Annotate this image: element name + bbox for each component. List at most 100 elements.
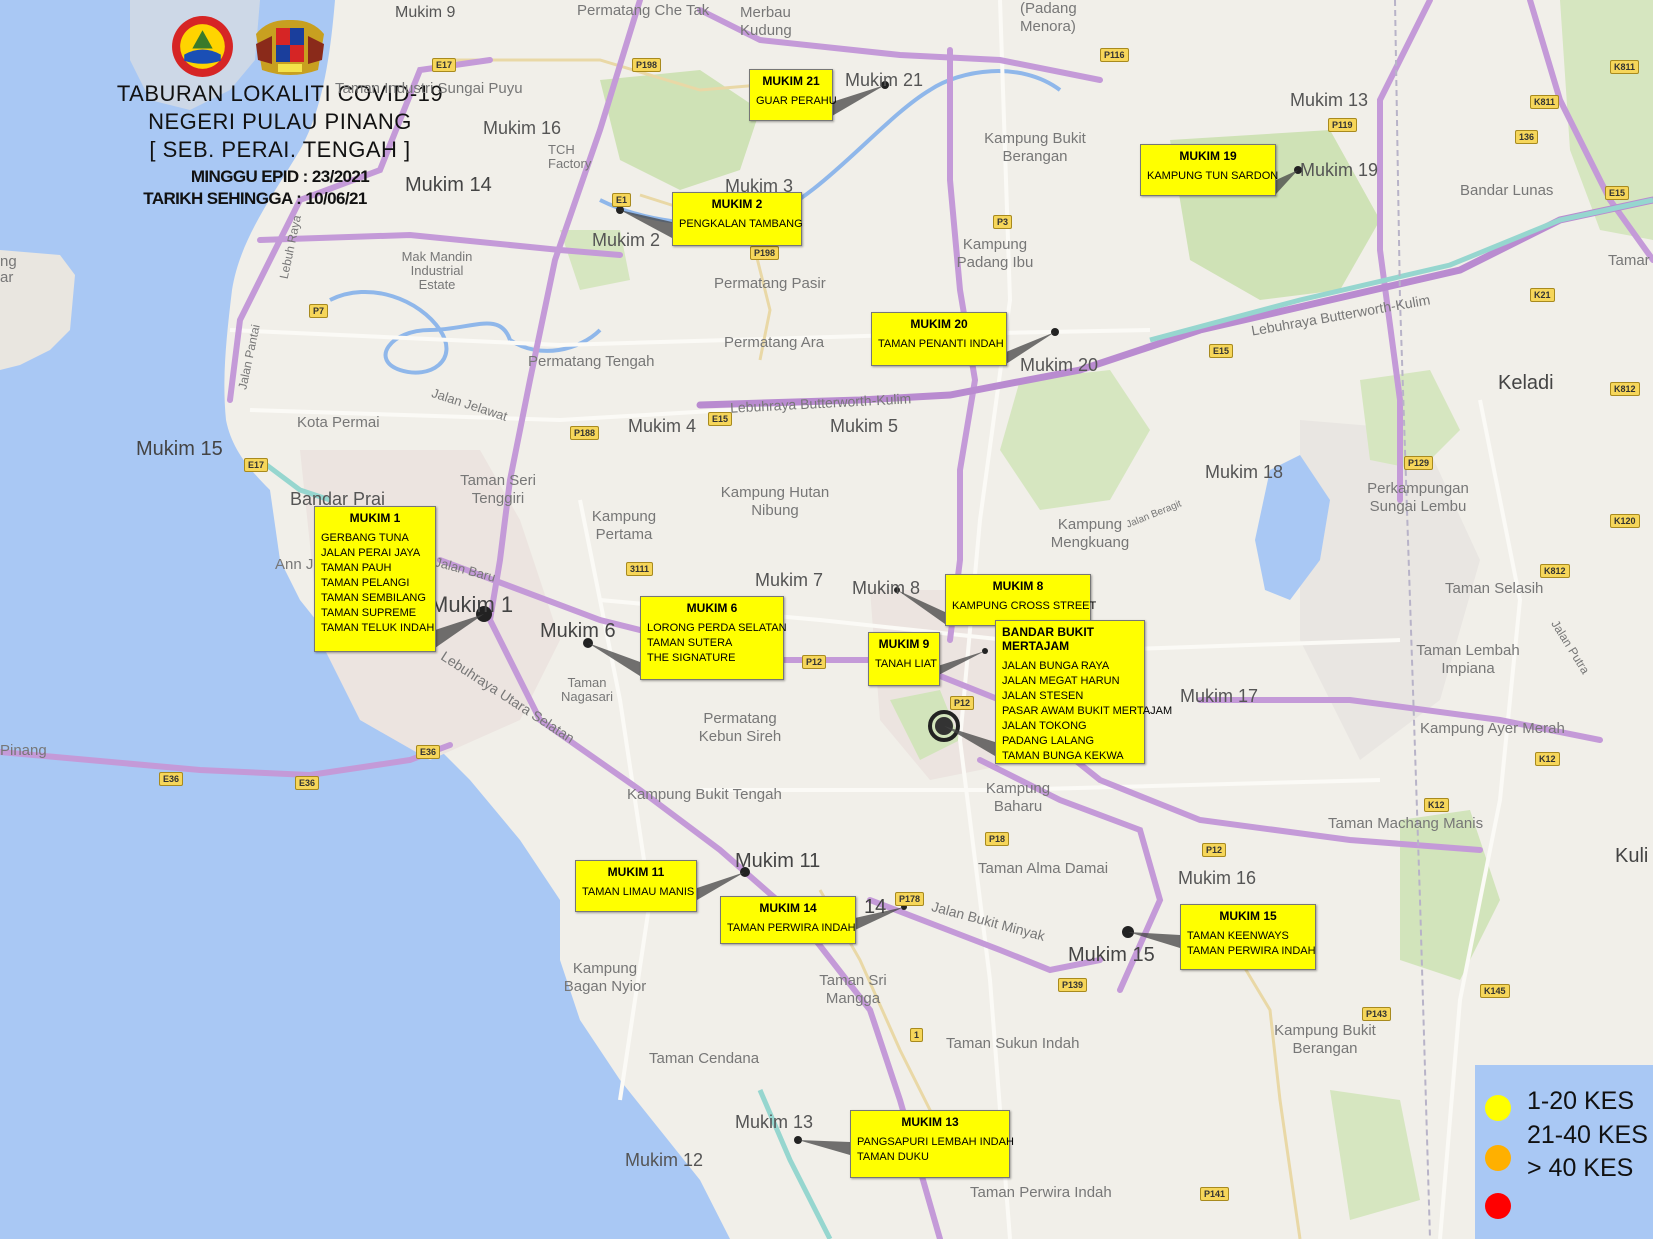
place-label: Kampung Pertama	[591, 508, 657, 543]
callout-mukim-11[interactable]: MUKIM 11 TAMAN LIMAU MANIS	[575, 860, 697, 912]
legend-swatch-orange	[1485, 1145, 1511, 1171]
place-label: Mukim 9	[395, 4, 456, 21]
as-of-date: TARIKH SEHINGGA : 10/06/21	[143, 189, 367, 208]
callout-mukim-2[interactable]: MUKIM 2 PENGKALAN TAMBANG	[672, 192, 803, 246]
place-label: Keladi	[1498, 372, 1554, 394]
road-shield: P129	[1404, 456, 1434, 470]
place-label: Kampung Bukit Berangan	[984, 130, 1086, 165]
place-label: Taman Machang Manis	[1328, 815, 1484, 832]
callout-mukim-19[interactable]: MUKIM 19 KAMPUNG TUN SARDON	[1140, 144, 1278, 196]
place-label: Mukim 8	[852, 578, 921, 598]
callout-item: JALAN MEGAT HARUN	[1002, 675, 1120, 687]
callout-mukim-14[interactable]: MUKIM 14 TAMAN PERWIRA INDAH	[720, 896, 856, 944]
callout-title: BANDAR BUKIT MERTAJAM	[1002, 625, 1094, 653]
callout-item: GUAR PERAHU	[756, 95, 837, 107]
place-label: Mak Mandin Industrial Estate	[401, 249, 473, 292]
callout-item: TAMAN SEMBILANG	[321, 592, 426, 604]
road-shield: K12	[1535, 752, 1560, 766]
callout-mukim-6[interactable]: MUKIM 6 LORONG PERDA SELATAN TAMAN SUTER…	[640, 596, 787, 680]
legend-label: 1-20 KES	[1527, 1087, 1635, 1115]
road-shield: P198	[632, 58, 662, 72]
road-shield: P12	[802, 655, 827, 669]
callout-item: PADANG LALANG	[1002, 735, 1095, 747]
place-label: Mukim 2	[592, 230, 661, 250]
place-label: Taman Selasih	[1445, 580, 1544, 597]
road-shield: E15	[1209, 344, 1234, 358]
place-label: Taman Nagasari	[560, 675, 614, 704]
district-seal-icon	[172, 16, 233, 77]
callout-title: MUKIM 11	[607, 865, 665, 879]
road-shield: K145	[1480, 984, 1510, 998]
place-label: Taman Seri Tenggiri	[460, 472, 536, 507]
place-label: Taman Cendana	[649, 1050, 760, 1067]
place-label: TCH Factory	[548, 142, 592, 171]
place-label: Mukim 17	[1180, 686, 1259, 706]
callout-mukim-13[interactable]: MUKIM 13 PANGSAPURI LEMBAH INDAH TAMAN D…	[850, 1110, 1014, 1178]
callout-title: MUKIM 2	[711, 197, 763, 211]
road-shield: P188	[570, 426, 600, 440]
place-label: Mukim 5	[830, 416, 899, 436]
callout-item: KAMPUNG CROSS STREET	[952, 600, 1097, 612]
place-label: Kampung Hutan Nibung	[720, 484, 830, 519]
callout-title: MUKIM 6	[686, 601, 738, 615]
place-label: ng ar	[0, 253, 17, 286]
callout-mukim-9[interactable]: MUKIM 9 TANAH LIAT	[868, 632, 940, 686]
callout-item: LORONG PERDA SELATAN	[647, 622, 787, 634]
callout-mukim-20[interactable]: MUKIM 20 TAMAN PENANTI INDAH	[871, 312, 1007, 366]
callout-item: TAMAN LIMAU MANIS	[582, 886, 695, 898]
place-label: Permatang Tengah	[528, 353, 655, 370]
callout-mukim-15[interactable]: MUKIM 15 TAMAN KEENWAYS TAMAN PERWIRA IN…	[1180, 904, 1316, 970]
road-shield: P7	[309, 304, 329, 318]
road-shield: K120	[1610, 514, 1640, 528]
road-shield: K811	[1530, 95, 1560, 109]
callout-title: MUKIM 14	[759, 901, 817, 915]
place-label: Mukim 4	[628, 416, 697, 436]
road-shield: K812	[1610, 382, 1640, 396]
place-label: Mukim 18	[1205, 462, 1284, 482]
road-shield: P198	[750, 246, 780, 260]
place-label: Permatang Che Tak	[577, 2, 710, 19]
callout-item: JALAN BUNGA RAYA	[1002, 660, 1110, 672]
road-shield: 1	[910, 1028, 924, 1042]
road-shield: E36	[159, 772, 184, 786]
place-label: Taman Industri Sungai Puyu	[335, 80, 523, 97]
callout-item: TAMAN PERWIRA INDAH	[727, 922, 856, 934]
place-label: Kampung Bukit Tengah	[627, 786, 782, 803]
road-shield: K12	[1424, 798, 1449, 812]
callout-item: TAMAN PAUH	[321, 562, 392, 574]
legend-item	[1485, 1145, 1511, 1171]
road-shield: P139	[1058, 978, 1088, 992]
place-label: Kampung Baharu	[985, 780, 1051, 815]
road-shield: E17	[244, 458, 269, 472]
place-label: Mukim 6	[540, 620, 616, 642]
road-shield: 136	[1515, 130, 1539, 144]
place-label: Mukim 7	[755, 570, 824, 590]
road-shield: P143	[1362, 1007, 1392, 1021]
legend-swatch-red	[1485, 1193, 1511, 1219]
callout-item: TAMAN DUKU	[857, 1151, 929, 1163]
callout-bandar-bukit-mertajam[interactable]: BANDAR BUKIT MERTAJAM JALAN BUNGA RAYA J…	[995, 620, 1172, 764]
place-label: Taman Lembah Impiana	[1416, 642, 1520, 677]
callout-item: PENGKALAN TAMBANG	[679, 218, 803, 230]
place-label: Kampung Bukit Berangan	[1274, 1022, 1376, 1057]
place-label: Permatang Pasir	[714, 275, 826, 292]
place-label: Kuli	[1615, 845, 1649, 867]
legend-swatch-yellow	[1485, 1095, 1511, 1121]
callout-title: MUKIM 13	[901, 1115, 959, 1129]
callout-mukim-21[interactable]: MUKIM 21 GUAR PERAHU	[749, 69, 837, 121]
place-label: Tamar	[1608, 252, 1650, 269]
road-shield: P18	[985, 832, 1010, 846]
callout-mukim-8[interactable]: MUKIM 8 KAMPUNG CROSS STREET	[945, 574, 1097, 626]
place-label: Kampung Bagan Nyior	[563, 960, 647, 995]
place-label: Kampung Ayer Merah	[1420, 720, 1565, 737]
place-label: Kota Permai	[297, 414, 380, 431]
callout-item: PANGSAPURI LEMBAH INDAH	[857, 1136, 1014, 1148]
callout-item: TANAH LIAT	[875, 658, 937, 670]
road-shield: E1	[612, 193, 632, 207]
road-shield: K21	[1530, 288, 1555, 302]
callout-item: TAMAN SUTERA	[647, 637, 733, 649]
place-label: Perkampungan Sungai Lembu	[1367, 480, 1469, 515]
title-line2: NEGERI PULAU PINANG	[148, 109, 412, 134]
callout-mukim-1[interactable]: MUKIM 1 GERBANG TUNA JALAN PERAI JAYA TA…	[314, 506, 436, 652]
callout-title: MUKIM 20	[910, 317, 968, 331]
